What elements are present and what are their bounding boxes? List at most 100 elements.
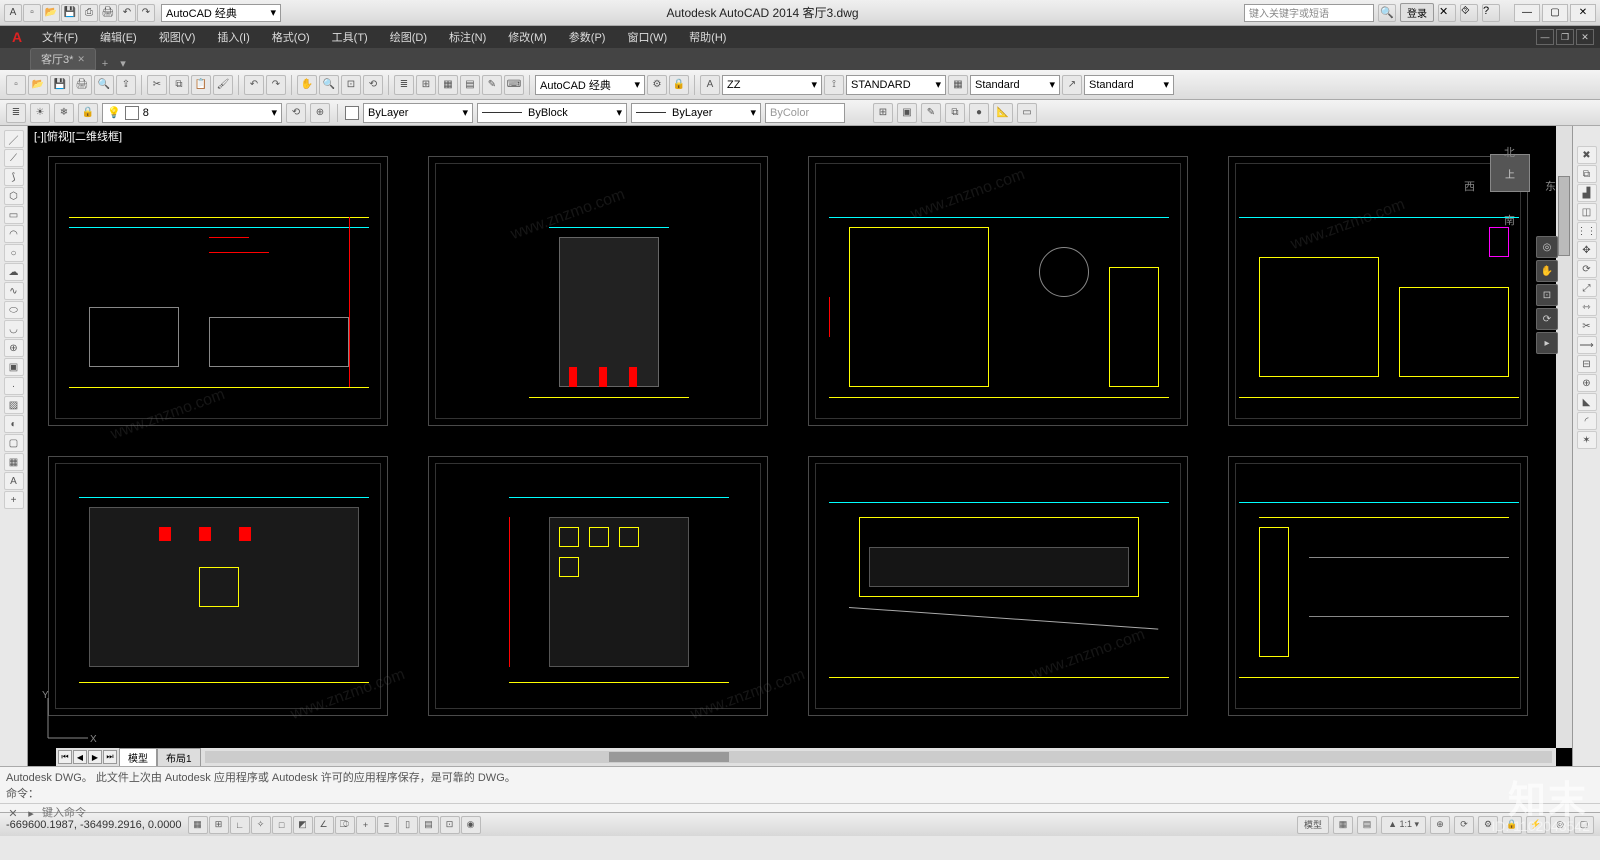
sc-toggle[interactable]: ⊡ xyxy=(440,816,460,834)
measure-icon[interactable]: 📐 xyxy=(993,103,1013,123)
tablestyle-dropdown[interactable]: Standard▾ xyxy=(970,75,1060,95)
fillet-icon[interactable]: ◜ xyxy=(1577,412,1597,430)
mleaderstyle-dropdown[interactable]: Standard▾ xyxy=(1084,75,1174,95)
tab-next-icon[interactable]: ▶ xyxy=(88,750,102,764)
showmotion-icon[interactable]: ▸ xyxy=(1536,332,1558,354)
table-icon[interactable]: ▦ xyxy=(4,453,24,471)
qp-toggle[interactable]: ▤ xyxy=(419,816,439,834)
workspace-settings-icon[interactable]: ⚙ xyxy=(647,75,667,95)
line-icon[interactable]: ／ xyxy=(4,130,24,148)
lock-ui-icon[interactable]: 🔒 xyxy=(1502,816,1522,834)
toolpalette-icon[interactable]: ▦ xyxy=(438,75,458,95)
exchange-icon[interactable]: ✕ xyxy=(1438,4,1456,22)
a360-icon[interactable]: ⯑ xyxy=(1460,4,1478,22)
scrollbar-thumb[interactable] xyxy=(609,752,729,762)
preview-icon[interactable]: 🔍 xyxy=(94,75,114,95)
signin-button[interactable]: 登录 xyxy=(1400,3,1434,22)
workspace-selector[interactable]: AutoCAD 经典▾ xyxy=(161,4,281,22)
viewcube-north[interactable]: 北 xyxy=(1504,144,1515,160)
dimstyle-dropdown[interactable]: STANDARD▾ xyxy=(846,75,946,95)
autocad-logo-icon[interactable]: A xyxy=(6,27,28,47)
rectangle-icon[interactable]: ▭ xyxy=(4,206,24,224)
plot-icon[interactable]: 🖨 xyxy=(72,75,92,95)
tpy-toggle[interactable]: ▯ xyxy=(398,816,418,834)
workspace-dropdown[interactable]: AutoCAD 经典▾ xyxy=(535,75,645,95)
layer-states-icon[interactable]: ☀ xyxy=(30,103,50,123)
copy-icon[interactable]: ⧉ xyxy=(1577,165,1597,183)
annoauto-toggle[interactable]: ⟳ xyxy=(1454,816,1474,834)
insert-block-icon[interactable]: ⊞ xyxy=(873,103,893,123)
file-tab-close-icon[interactable]: ✕ xyxy=(77,54,85,65)
revcloud-icon[interactable]: ☁ xyxy=(4,263,24,281)
ducs-toggle[interactable]: ⎄ xyxy=(335,816,355,834)
plotstyle-dropdown[interactable]: ByColor xyxy=(765,103,845,123)
textstyle-dropdown[interactable]: ZZ▾ xyxy=(722,75,822,95)
menu-tools[interactable]: 工具(T) xyxy=(324,27,376,47)
quickcalc-icon[interactable]: ⌨ xyxy=(504,75,524,95)
linetype-dropdown[interactable]: ByBlock▾ xyxy=(477,103,627,123)
dyn-toggle[interactable]: + xyxy=(356,816,376,834)
create-block-icon[interactable]: ▣ xyxy=(897,103,917,123)
viewcube-east[interactable]: 东 xyxy=(1545,178,1556,194)
search-icon[interactable]: 🔍 xyxy=(1378,4,1396,22)
publish-icon[interactable]: ⇪ xyxy=(116,75,136,95)
quickview-drawings-icon[interactable]: ▤ xyxy=(1357,816,1377,834)
scale-icon[interactable]: ⤢ xyxy=(1577,279,1597,297)
save-icon[interactable]: 💾 xyxy=(61,4,79,22)
polygon-icon[interactable]: ⬡ xyxy=(4,187,24,205)
sheetset-icon[interactable]: ▤ xyxy=(460,75,480,95)
menu-file[interactable]: 文件(F) xyxy=(34,27,86,47)
erase-icon[interactable]: ✖ xyxy=(1577,146,1597,164)
markup-icon[interactable]: ✎ xyxy=(482,75,502,95)
tab-prev-icon[interactable]: ◀ xyxy=(73,750,87,764)
maximize-button[interactable]: ▢ xyxy=(1542,4,1568,22)
stretch-icon[interactable]: ⇿ xyxy=(1577,298,1597,316)
ucs-icon[interactable]: XY xyxy=(38,688,98,748)
explode-icon[interactable]: ✶ xyxy=(1577,431,1597,449)
viewport-label[interactable]: [-][俯视][二维线框] xyxy=(34,128,122,144)
tab-first-icon[interactable]: ⏮ xyxy=(58,750,72,764)
array-icon[interactable]: ⋮⋮ xyxy=(1577,222,1597,240)
copy-icon[interactable]: ⧉ xyxy=(169,75,189,95)
help-icon[interactable]: ? xyxy=(1482,4,1500,22)
polyline-icon[interactable]: ⟆ xyxy=(4,168,24,186)
make-block-icon[interactable]: ▣ xyxy=(4,358,24,376)
quickview-layouts-icon[interactable]: ▦ xyxy=(1333,816,1353,834)
pan-icon[interactable]: ✋ xyxy=(297,75,317,95)
tab-last-icon[interactable]: ⏭ xyxy=(103,750,117,764)
mdi-minimize-button[interactable]: — xyxy=(1536,29,1554,45)
orbit-icon[interactable]: ⟳ xyxy=(1536,308,1558,330)
ellipse-arc-icon[interactable]: ◡ xyxy=(4,320,24,338)
redo-icon[interactable]: ↷ xyxy=(137,4,155,22)
layer-prev-icon[interactable]: ⟲ xyxy=(286,103,306,123)
ortho-toggle[interactable]: ∟ xyxy=(230,816,250,834)
steering-wheel-icon[interactable]: ◎ xyxy=(1536,236,1558,258)
grid-toggle[interactable]: ⊞ xyxy=(209,816,229,834)
pan-icon[interactable]: ✋ xyxy=(1536,260,1558,282)
model-viewport[interactable]: [-][俯视][二维线框] 北 南 东 西 上 ◎ ✋ ⊡ ⟳ ▸ xyxy=(28,126,1600,766)
mleaderstyle-icon[interactable]: ↗ xyxy=(1062,75,1082,95)
polar-toggle[interactable]: ✧ xyxy=(251,816,271,834)
hatch-icon[interactable]: ▨ xyxy=(4,396,24,414)
osnap-toggle[interactable]: □ xyxy=(272,816,292,834)
point-icon[interactable]: · xyxy=(4,377,24,395)
properties-icon[interactable]: ≣ xyxy=(394,75,414,95)
addselected-icon[interactable]: + xyxy=(4,491,24,509)
mirror-icon[interactable]: ▟ xyxy=(1577,184,1597,202)
workspace-switch-icon[interactable]: ⚙ xyxy=(1478,816,1498,834)
paste-icon[interactable]: 📋 xyxy=(191,75,211,95)
lineweight-dropdown[interactable]: ByLayer▾ xyxy=(631,103,761,123)
new-tab-button[interactable]: + xyxy=(96,58,114,70)
zoom-window-icon[interactable]: ⊡ xyxy=(341,75,361,95)
open-icon[interactable]: 📂 xyxy=(42,4,60,22)
viewcube-west[interactable]: 西 xyxy=(1464,178,1475,194)
tablestyle-icon[interactable]: ▦ xyxy=(948,75,968,95)
model-space-button[interactable]: 模型 xyxy=(1297,816,1329,834)
mtext-icon[interactable]: A xyxy=(4,472,24,490)
model-tab[interactable]: 模型 xyxy=(119,748,157,767)
zoom-icon[interactable]: 🔍 xyxy=(319,75,339,95)
am-toggle[interactable]: ◉ xyxy=(461,816,481,834)
mdi-restore-button[interactable]: ❐ xyxy=(1556,29,1574,45)
layer-dropdown[interactable]: 💡 8 ▾ xyxy=(102,103,282,123)
extend-icon[interactable]: ⟶ xyxy=(1577,336,1597,354)
